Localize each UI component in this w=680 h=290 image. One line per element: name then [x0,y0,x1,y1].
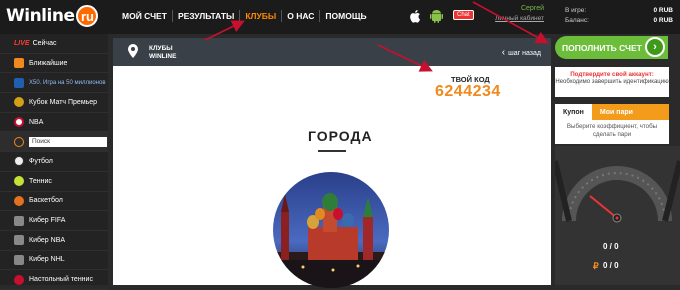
annotation-arrows [204,1,549,72]
arrow-to-code [377,44,433,72]
arrow-to-topup [472,1,549,44]
arrow-to-clubs [204,20,245,41]
